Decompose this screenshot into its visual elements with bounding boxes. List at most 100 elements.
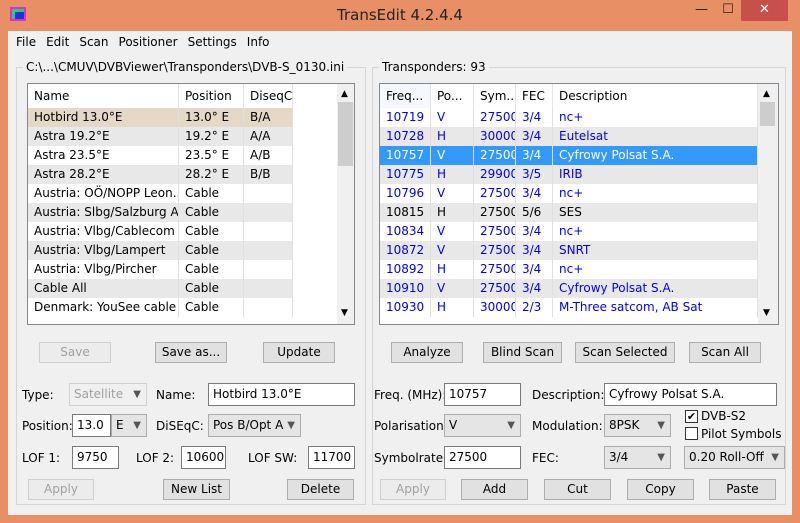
menu-file[interactable]: File	[12, 32, 40, 52]
copy-button[interactable]: Copy	[627, 479, 694, 500]
analyze-button[interactable]: Analyze	[391, 342, 463, 363]
table-cell: nc+	[553, 260, 758, 279]
table-row[interactable]: Austria: OÖ/NOPP Leon... Cable	[28, 184, 293, 203]
position-direction-select[interactable]: E ▼	[111, 414, 147, 437]
minimize-button[interactable]: —	[688, 0, 715, 21]
polarisation-select[interactable]: V ▼	[444, 414, 521, 437]
table-row[interactable]: 10872 V 27500 3/4 SNRT	[380, 241, 758, 260]
table-row[interactable]: 10757 V 27500 3/4 Cyfrowy Polsat S.A.	[380, 146, 758, 165]
file-path-label: C:\...\CMUV\DVBViewer\Transponders\DVB-S…	[23, 60, 348, 74]
delete-button[interactable]: Delete	[287, 479, 354, 500]
chevron-down-icon: ▼	[287, 420, 295, 431]
column-header-symbolrate[interactable]: Sym...	[474, 84, 516, 108]
table-cell: Austria: OÖ/NOPP Leon...	[28, 184, 179, 203]
scroll-thumb[interactable]	[760, 102, 775, 126]
menu-positioner[interactable]: Positioner	[115, 32, 182, 52]
lof2-input[interactable]: 10600	[181, 446, 226, 469]
update-button[interactable]: Update	[263, 342, 335, 363]
apply-transponder-button[interactable]: Apply	[380, 479, 446, 500]
column-header-frequency[interactable]: Freq...	[380, 84, 431, 108]
add-button[interactable]: Add	[461, 479, 528, 500]
frequency-input[interactable]: 10757	[444, 383, 521, 406]
cut-button[interactable]: Cut	[544, 479, 611, 500]
position-input[interactable]: 13.0	[72, 414, 111, 437]
table-row[interactable]: Astra 19.2°E 19.2° E A/A	[28, 127, 293, 146]
table-row[interactable]: Austria: Vlbg/Cablecom Cable	[28, 222, 293, 241]
new-list-button[interactable]: New List	[163, 479, 230, 500]
table-row[interactable]: 10719 V 27500 3/4 nc+	[380, 108, 758, 127]
description-input[interactable]: Cyfrowy Polsat S.A.	[604, 383, 777, 406]
table-row[interactable]: 10728 H 30000 3/4 Eutelsat	[380, 127, 758, 146]
lofsw-input[interactable]: 11700	[308, 446, 355, 469]
fec-select[interactable]: 3/4 ▼	[604, 446, 671, 469]
menu-edit[interactable]: Edit	[42, 32, 73, 52]
table-row[interactable]: 10775 H 29900 3/5 IRIB	[380, 165, 758, 184]
checkmark-icon: ✔	[686, 410, 697, 423]
paste-button[interactable]: Paste	[709, 479, 776, 500]
table-row[interactable]: 10796 V 27500 3/4 nc+	[380, 184, 758, 203]
transponder-list[interactable]: Freq... Po... Sym... FEC Description ▲ ▼…	[379, 83, 779, 325]
satellite-list[interactable]: Name Position DiseqC ▲ ▼ Hotbird 13.0°E 1…	[27, 83, 355, 325]
table-row[interactable]: 10892 H 27500 3/4 nc+	[380, 260, 758, 279]
pilot-symbols-label: Pilot Symbols	[701, 427, 782, 441]
table-cell: Austria: Slbg/Salzburg AG	[28, 203, 179, 222]
table-row[interactable]: 10910 V 27500 3/4 Cyfrowy Polsat S.A.	[380, 279, 758, 298]
table-cell	[244, 222, 293, 241]
table-row[interactable]: Astra 28.2°E 28.2° E B/B	[28, 165, 293, 184]
table-row[interactable]: Hotbird 13.0°E 13.0° E B/A	[28, 108, 293, 127]
name-input[interactable]: Hotbird 13.0°E	[208, 383, 355, 406]
chevron-down-icon: ▼	[133, 389, 141, 400]
column-header-name[interactable]: Name	[28, 84, 179, 108]
menu-scan[interactable]: Scan	[75, 32, 112, 52]
table-cell: 27500	[474, 241, 516, 260]
table-row[interactable]: Austria: Vlbg/Lampert Cable	[28, 241, 293, 260]
save-as-button[interactable]: Save as...	[155, 342, 227, 363]
table-row[interactable]: Austria: Slbg/Salzburg AG Cable	[28, 203, 293, 222]
menu-settings[interactable]: Settings	[184, 32, 241, 52]
scroll-thumb[interactable]	[338, 102, 353, 166]
table-row[interactable]: 10930 H 30000 2/3 M-Three satcom, AB Sat	[380, 298, 758, 317]
blind-scan-button[interactable]: Blind Scan	[483, 342, 562, 363]
type-select[interactable]: Satellite ▼	[69, 383, 147, 406]
table-cell: 30000	[474, 127, 516, 146]
maximize-button[interactable]: ☐	[715, 0, 741, 21]
modulation-select[interactable]: 8PSK ▼	[604, 414, 671, 437]
table-row[interactable]: 10815 H 27500 5/6 SES	[380, 203, 758, 222]
dvbs2-checkbox[interactable]: ✔	[685, 410, 698, 423]
column-header-polarisation[interactable]: Po...	[431, 84, 474, 108]
column-header-position[interactable]: Position	[179, 84, 244, 108]
table-cell: M-Three satcom, AB Sat	[553, 298, 758, 317]
fec-value: 3/4	[609, 450, 629, 464]
table-cell	[244, 241, 293, 260]
column-header-description[interactable]: Description	[553, 84, 758, 108]
save-button[interactable]: Save	[39, 342, 111, 363]
table-cell: 19.2° E	[179, 127, 244, 146]
column-header-diseqc[interactable]: DiseqC	[244, 84, 293, 108]
diseqc-value: Pos B/Opt A	[213, 418, 284, 432]
close-button[interactable]: ✕	[741, 0, 788, 21]
rolloff-select[interactable]: 0.20 Roll-Off ▼	[684, 446, 785, 469]
scroll-up-icon[interactable]: ▲	[341, 89, 348, 99]
scan-selected-button[interactable]: Scan Selected	[575, 342, 675, 363]
table-row[interactable]: 10834 V 27500 3/4 nc+	[380, 222, 758, 241]
table-cell: A/A	[244, 127, 293, 146]
dvbs2-label: DVB-S2	[701, 409, 747, 423]
scan-all-button[interactable]: Scan All	[689, 342, 761, 363]
pilot-symbols-checkbox[interactable]	[685, 427, 698, 440]
symbolrate-input[interactable]: 27500	[444, 446, 521, 469]
column-header-fec[interactable]: FEC	[516, 84, 553, 108]
apply-satellite-button[interactable]: Apply	[28, 479, 94, 500]
table-row[interactable]: Denmark: YouSee cable Cable	[28, 298, 293, 317]
name-label: Name:	[156, 388, 196, 402]
table-row[interactable]: Austria: Vlbg/Pircher Cable	[28, 260, 293, 279]
menu-info[interactable]: Info	[243, 32, 274, 52]
scrollbar[interactable]: ▲ ▼	[337, 84, 354, 324]
table-row[interactable]: Cable All Cable	[28, 279, 293, 298]
scroll-down-icon[interactable]: ▼	[763, 308, 770, 318]
scrollbar[interactable]: ▲ ▼	[758, 84, 778, 324]
scroll-up-icon[interactable]: ▲	[763, 89, 770, 99]
scroll-down-icon[interactable]: ▼	[341, 308, 348, 318]
diseqc-select[interactable]: Pos B/Opt A ▼	[208, 414, 301, 437]
table-row[interactable]: Astra 23.5°E 23.5° E A/B	[28, 146, 293, 165]
lof1-input[interactable]: 9750	[72, 446, 119, 469]
